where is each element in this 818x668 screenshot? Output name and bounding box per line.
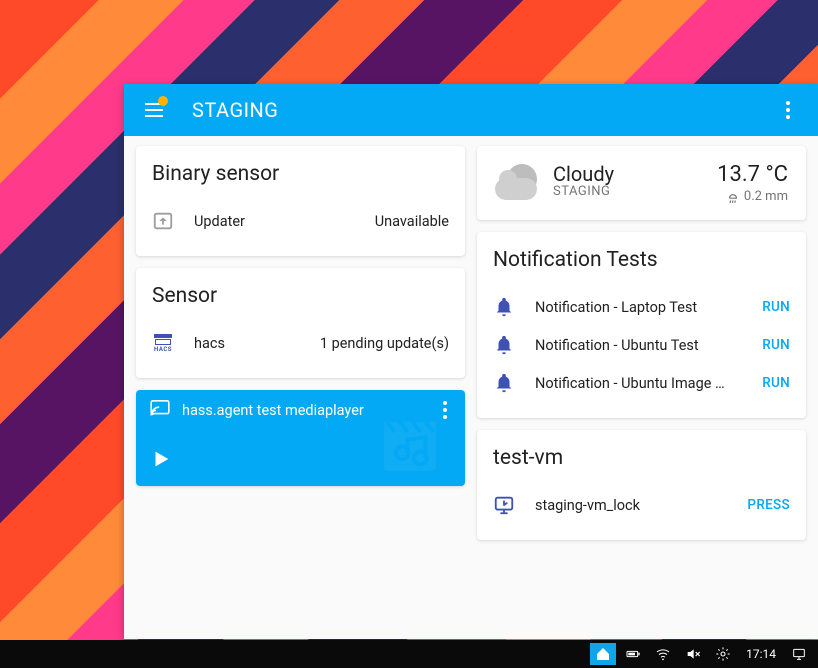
- bell-icon: [493, 372, 515, 394]
- card-title: test-vm: [493, 446, 790, 470]
- notification-tests-card: Notification Tests Notification - Laptop…: [477, 232, 806, 418]
- hamburger-icon: [145, 109, 163, 111]
- cast-icon: [150, 400, 170, 420]
- script-label: Notification - Ubuntu Test: [535, 337, 742, 354]
- hass-tray-icon[interactable]: [590, 643, 616, 665]
- battery-icon[interactable]: [620, 643, 646, 665]
- media-art-placeholder-icon: [379, 414, 441, 476]
- script-row: Notification - Ubuntu Test RUN: [493, 326, 790, 364]
- weather-condition: Cloudy: [553, 162, 703, 186]
- entity-row-updater[interactable]: Updater Unavailable: [152, 202, 449, 240]
- rain-icon: [726, 190, 740, 204]
- card-title: Binary sensor: [152, 162, 449, 186]
- dashboard-content: Binary sensor Updater Unavailable Sensor…: [124, 136, 818, 639]
- media-player-card[interactable]: hass.agent test mediaplayer: [136, 390, 465, 486]
- weather-temperature: 13.7 °C: [717, 162, 788, 187]
- weather-cloud-icon: [495, 164, 539, 198]
- script-label: Notification - Ubuntu Image …: [535, 375, 742, 392]
- notification-dot-icon: [158, 96, 168, 106]
- script-row: Notification - Laptop Test RUN: [493, 288, 790, 326]
- card-title: Notification Tests: [493, 248, 790, 272]
- app-bar: STAGING: [124, 84, 818, 136]
- test-vm-card: test-vm staging-vm_lock PRESS: [477, 430, 806, 540]
- overflow-menu-button[interactable]: [768, 90, 808, 130]
- hacs-icon: HACS: [152, 332, 174, 354]
- page-title[interactable]: STAGING: [192, 98, 278, 122]
- bell-icon: [493, 296, 515, 318]
- card-title: Sensor: [152, 284, 449, 308]
- weather-precipitation: 0.2 mm: [717, 189, 788, 204]
- bell-icon: [493, 334, 515, 356]
- press-button[interactable]: PRESS: [747, 497, 790, 513]
- run-button[interactable]: RUN: [762, 299, 790, 315]
- settings-gear-icon[interactable]: [710, 643, 736, 665]
- run-button[interactable]: RUN: [762, 375, 790, 391]
- entity-value: 1 pending update(s): [320, 335, 449, 352]
- entity-row-hacs[interactable]: HACS hacs 1 pending update(s): [152, 324, 449, 362]
- play-button[interactable]: [150, 448, 172, 474]
- volume-mute-icon[interactable]: [680, 643, 706, 665]
- updater-icon: [152, 210, 174, 232]
- lock-screen-icon: [493, 494, 515, 516]
- entity-value: Unavailable: [375, 213, 449, 230]
- script-row: Notification - Ubuntu Image … RUN: [493, 364, 790, 402]
- binary-sensor-card: Binary sensor Updater Unavailable: [136, 146, 465, 256]
- script-row: staging-vm_lock PRESS: [493, 486, 790, 524]
- os-taskbar[interactable]: 17:14: [0, 640, 818, 668]
- script-label: staging-vm_lock: [535, 497, 727, 514]
- menu-button[interactable]: [134, 90, 174, 130]
- run-button[interactable]: RUN: [762, 337, 790, 353]
- script-label: Notification - Laptop Test: [535, 299, 742, 316]
- wifi-icon[interactable]: [650, 643, 676, 665]
- weather-card[interactable]: Cloudy STAGING 13.7 °C 0.2 mm: [477, 146, 806, 220]
- home-assistant-dashboard: STAGING Binary sensor Updater Unavailabl…: [124, 84, 818, 639]
- entity-label: hacs: [194, 335, 300, 352]
- weather-location: STAGING: [553, 184, 703, 199]
- entity-label: Updater: [194, 213, 355, 230]
- sensor-card: Sensor HACS hacs 1 pending update(s): [136, 268, 465, 378]
- taskbar-clock[interactable]: 17:14: [740, 647, 782, 661]
- show-desktop-icon[interactable]: [786, 643, 812, 665]
